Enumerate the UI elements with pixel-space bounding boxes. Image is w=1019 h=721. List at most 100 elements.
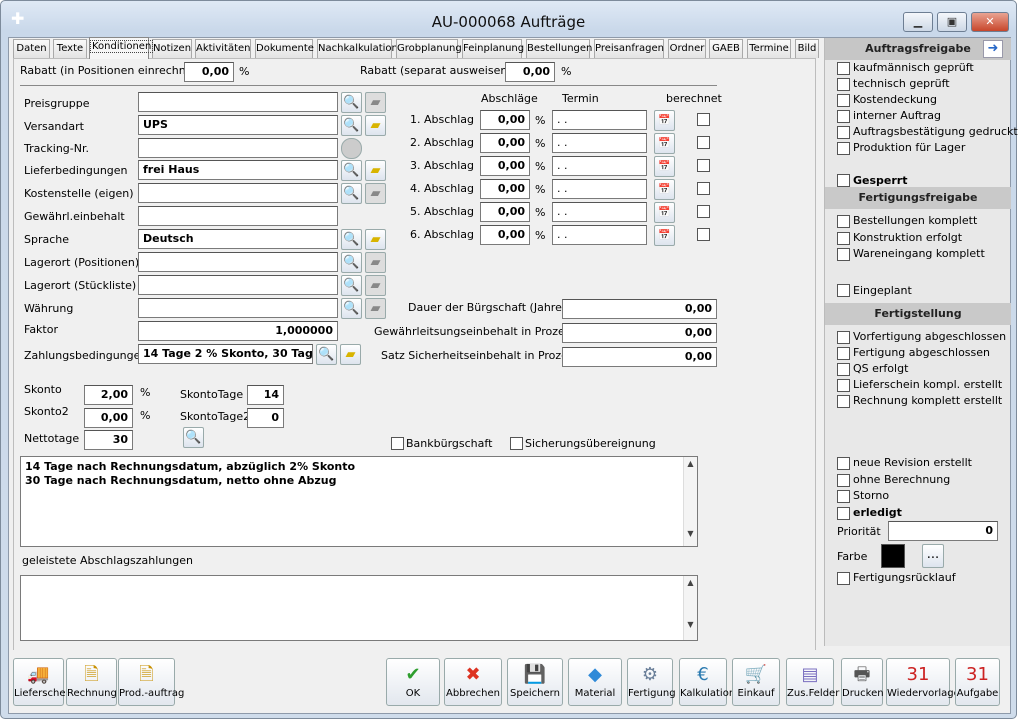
sprache-search-icon[interactable]: 🔍 bbox=[341, 229, 362, 250]
abschlag-value-field[interactable]: 0,00 bbox=[480, 225, 530, 245]
action-button-4[interactable]: ⚙ Fertigung bbox=[627, 658, 676, 706]
tab-bestellungen[interactable]: Bestellungen bbox=[526, 39, 592, 58]
arrow-right-icon[interactable]: ➜ bbox=[983, 40, 1003, 58]
status-checkbox[interactable] bbox=[837, 363, 850, 376]
status-checkbox[interactable] bbox=[837, 110, 850, 123]
status-checkbox[interactable] bbox=[837, 94, 850, 107]
sprache-field[interactable]: Deutsch bbox=[138, 229, 338, 249]
zahlung-folder-icon[interactable]: ▰ bbox=[340, 344, 361, 365]
skonto2-field[interactable]: 0,00 bbox=[84, 408, 133, 428]
faktor-field[interactable]: 1,000000 bbox=[138, 321, 338, 341]
preisgruppe-field[interactable] bbox=[138, 92, 338, 112]
lagerort-pos-field[interactable] bbox=[138, 252, 338, 272]
action-button-2[interactable]: 💾 Speichern bbox=[507, 658, 563, 706]
status-checkbox[interactable] bbox=[837, 142, 850, 155]
skontotage2-field[interactable]: 0 bbox=[247, 408, 284, 428]
lieferschein-button[interactable]: 🚚 Lieferschei bbox=[13, 658, 68, 706]
versandart-field[interactable]: UPS bbox=[138, 115, 338, 135]
termin-field[interactable]: . . bbox=[552, 225, 647, 245]
tab-feinplanung[interactable]: Feinplanung bbox=[462, 39, 524, 58]
bankbuergschaft-checkbox[interactable] bbox=[391, 437, 404, 450]
status-checkbox[interactable] bbox=[837, 126, 850, 139]
farbe-button[interactable]: ... bbox=[922, 544, 944, 568]
rechnung-button[interactable]: 🗎 Rechnung bbox=[66, 658, 117, 706]
calendar-icon[interactable]: 📅 bbox=[654, 110, 675, 131]
calendar-icon[interactable]: 📅 bbox=[654, 202, 675, 223]
sicherung-checkbox[interactable] bbox=[510, 437, 523, 450]
zahlungstext-memo[interactable]: 14 Tage nach Rechnungsdatum, abzüglich 2… bbox=[20, 456, 698, 547]
memo-scrollbar[interactable]: ▲ ▼ bbox=[683, 457, 697, 546]
tab-notizen[interactable]: Notizen bbox=[152, 39, 192, 58]
lagerort-pos-search-icon[interactable]: 🔍 bbox=[341, 252, 362, 273]
tab-grobplanung[interactable]: Grobplanung bbox=[396, 39, 462, 58]
farbe-swatch[interactable] bbox=[881, 544, 905, 568]
gew-field[interactable]: 0,00 bbox=[562, 323, 717, 343]
prioritaet-field[interactable]: 0 bbox=[888, 521, 998, 541]
status-checkbox[interactable] bbox=[837, 347, 850, 360]
berechnet-checkbox[interactable] bbox=[697, 113, 710, 126]
waehrung-search-icon[interactable]: 🔍 bbox=[341, 298, 362, 319]
tab-dokumente[interactable]: Dokumente bbox=[255, 39, 314, 58]
abschlag-value-field[interactable]: 0,00 bbox=[480, 110, 530, 130]
status-checkbox[interactable] bbox=[837, 248, 850, 261]
nettotage-search-icon[interactable]: 🔍 bbox=[183, 427, 204, 448]
tab-bild[interactable]: Bild bbox=[795, 39, 819, 58]
status-checkbox[interactable] bbox=[837, 490, 850, 503]
action-button-10[interactable]: 31 Aufgabe bbox=[955, 658, 1000, 706]
maximize-button[interactable]: ▣ bbox=[937, 12, 967, 32]
status-checkbox[interactable] bbox=[837, 457, 850, 470]
prod-auftrag-button[interactable]: 🗎 Prod.-auftrag bbox=[118, 658, 184, 706]
status-checkbox[interactable] bbox=[837, 215, 850, 228]
berechnet-checkbox[interactable] bbox=[697, 159, 710, 172]
action-button-8[interactable]: 🖶 Drucken bbox=[841, 658, 884, 706]
kostenstelle-search-icon[interactable]: 🔍 bbox=[341, 183, 362, 204]
lieferbedingungen-search-icon[interactable]: 🔍 bbox=[341, 160, 362, 181]
status-checkbox[interactable] bbox=[837, 62, 850, 75]
zahlung-search-icon[interactable]: 🔍 bbox=[316, 344, 337, 365]
calendar-icon[interactable]: 📅 bbox=[654, 156, 675, 177]
ruecklauf-checkbox[interactable] bbox=[837, 572, 850, 585]
lieferbedingungen-folder-icon[interactable]: ▰ bbox=[365, 160, 386, 181]
tab-gaeb[interactable]: GAEB bbox=[709, 39, 743, 58]
termin-field[interactable]: . . bbox=[552, 179, 647, 199]
termin-field[interactable]: . . bbox=[552, 133, 647, 153]
skonto-field[interactable]: 2,00 bbox=[84, 385, 133, 405]
berechnet-checkbox[interactable] bbox=[697, 182, 710, 195]
abschlagszahlungen-scrollbar[interactable]: ▲ ▼ bbox=[683, 576, 697, 640]
nettotage-field[interactable]: 30 bbox=[84, 430, 133, 450]
status-checkbox[interactable] bbox=[837, 395, 850, 408]
skontotage-field[interactable]: 14 bbox=[247, 385, 284, 405]
status-checkbox[interactable] bbox=[837, 379, 850, 392]
abschlagszahlungen-memo[interactable]: ▲ ▼ bbox=[20, 575, 698, 641]
tab-daten[interactable]: Daten bbox=[13, 39, 50, 58]
tab-texte[interactable]: Texte bbox=[53, 39, 87, 58]
tab-aktivitaeten[interactable]: Aktivitäten bbox=[195, 39, 251, 58]
termin-field[interactable]: . . bbox=[552, 202, 647, 222]
calendar-icon[interactable]: 📅 bbox=[654, 133, 675, 154]
abschlag-value-field[interactable]: 0,00 bbox=[480, 156, 530, 176]
dauer-field[interactable]: 0,00 bbox=[562, 299, 717, 319]
berechnet-checkbox[interactable] bbox=[697, 136, 710, 149]
status-checkbox[interactable] bbox=[837, 231, 850, 245]
close-button[interactable]: ✕ bbox=[971, 12, 1009, 32]
minimize-button[interactable]: ▁ bbox=[903, 12, 933, 32]
termin-field[interactable]: . . bbox=[552, 110, 647, 130]
calendar-icon[interactable]: 📅 bbox=[654, 179, 675, 200]
lieferbedingungen-field[interactable]: frei Haus bbox=[138, 160, 338, 180]
lagerort-st-search-icon[interactable]: 🔍 bbox=[341, 275, 362, 296]
status-checkbox[interactable] bbox=[837, 473, 850, 487]
status-checkbox[interactable] bbox=[837, 331, 850, 344]
calendar-icon[interactable]: 📅 bbox=[654, 225, 675, 246]
preisgruppe-search-icon[interactable]: 🔍 bbox=[341, 92, 362, 113]
kostenstelle-field[interactable] bbox=[138, 183, 338, 203]
status-checkbox[interactable] bbox=[837, 78, 850, 91]
waehrung-field[interactable] bbox=[138, 298, 338, 318]
rabatt-sep-field[interactable]: 0,00 bbox=[505, 62, 555, 82]
gewaehrl-field[interactable] bbox=[138, 206, 338, 226]
abschlag-value-field[interactable]: 0,00 bbox=[480, 133, 530, 153]
action-button-0[interactable]: ✔ OK bbox=[386, 658, 440, 706]
zahlung-field[interactable]: 14 Tage 2 % Skonto, 30 Tage ne bbox=[138, 344, 313, 364]
action-button-7[interactable]: ▤ Zus.Felder bbox=[786, 658, 839, 706]
tab-ordner[interactable]: Ordner bbox=[668, 39, 706, 58]
tab-nachkalkulation[interactable]: Nachkalkulation bbox=[317, 39, 398, 58]
